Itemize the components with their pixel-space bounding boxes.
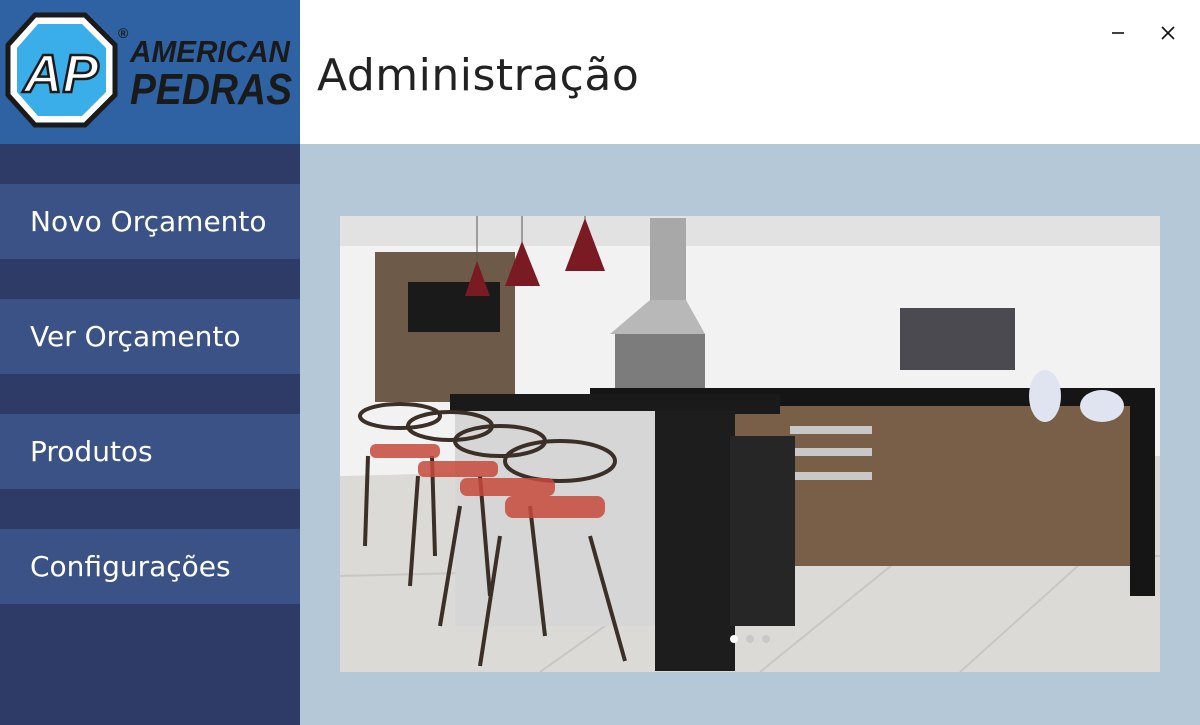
minimize-button[interactable] bbox=[1105, 20, 1131, 46]
sidebar-item-novo-orcamento[interactable]: Novo Orçamento bbox=[0, 184, 300, 259]
close-icon bbox=[1161, 26, 1175, 40]
sidebar-item-label: Produtos bbox=[30, 435, 153, 468]
carousel-dot-3[interactable] bbox=[762, 635, 770, 643]
logo-word-american: AMERICAN bbox=[129, 34, 291, 69]
sidebar-item-configuracoes[interactable]: Configurações bbox=[0, 529, 300, 604]
kitchen-photo bbox=[340, 216, 1160, 672]
image-carousel[interactable] bbox=[340, 216, 1160, 672]
sidebar-item-label: Novo Orçamento bbox=[30, 205, 267, 238]
sidebar-item-ver-orcamento[interactable]: Ver Orçamento bbox=[0, 299, 300, 374]
minimize-icon bbox=[1112, 32, 1124, 34]
close-button[interactable] bbox=[1155, 20, 1181, 46]
page-title: Administração bbox=[317, 50, 640, 101]
logo-mark: AP bbox=[21, 44, 99, 104]
logo-word-pedras: PEDRAS bbox=[130, 65, 292, 114]
american-pedras-logo: AP ® AMERICAN PEDRAS bbox=[5, 12, 292, 128]
sidebar-item-produtos[interactable]: Produtos bbox=[0, 414, 300, 489]
sidebar-item-label: Configurações bbox=[30, 550, 231, 583]
carousel-dot-1[interactable] bbox=[730, 635, 738, 643]
sidebar-item-label: Ver Orçamento bbox=[30, 320, 241, 353]
carousel-dot-2[interactable] bbox=[746, 635, 754, 643]
registered-mark: ® bbox=[118, 25, 129, 41]
logo-area: AP ® AMERICAN PEDRAS bbox=[0, 0, 300, 144]
header-bar: Administração bbox=[300, 0, 1200, 144]
